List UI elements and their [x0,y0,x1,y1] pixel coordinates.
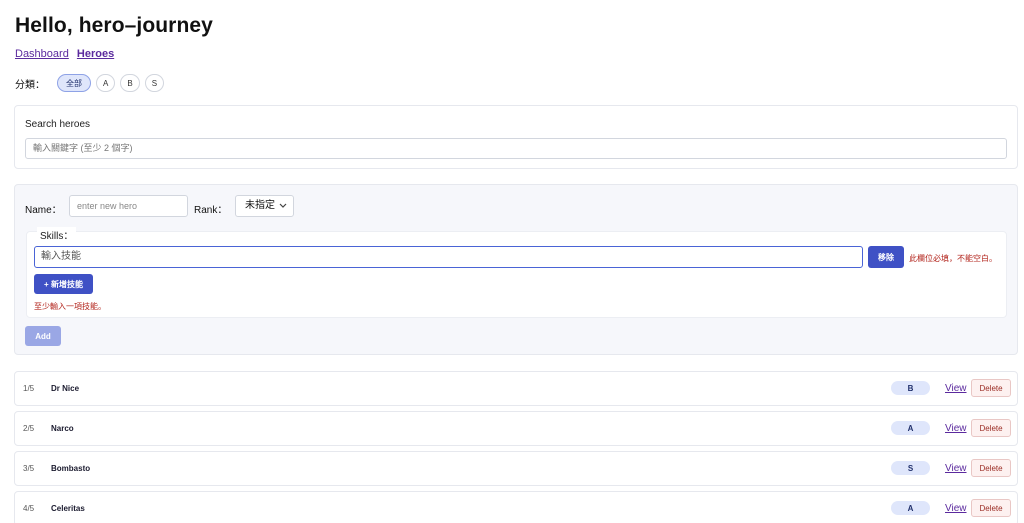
delete-hero-button[interactable]: Delete [971,419,1011,437]
hero-rank-badge: B [891,381,930,395]
nav-heroes-link[interactable]: Heroes [77,48,114,60]
filter-chip-b[interactable]: B [120,74,140,92]
search-title: Search heroes [25,119,91,130]
view-hero-link[interactable]: View [945,383,967,394]
view-hero-link[interactable]: View [945,463,967,474]
add-skill-button[interactable]: + 新增技能 [34,274,93,294]
hero-rank-badge: A [891,421,930,435]
hero-index: 2/5 [23,424,35,433]
view-hero-link[interactable]: View [945,423,967,434]
delete-hero-button[interactable]: Delete [971,499,1011,517]
search-panel: Search heroes 輸入關鍵字 (至少 2 個字) [14,105,1018,169]
page-title: Hello, hero–journey [15,14,213,37]
filter-chip-all[interactable]: 全部 [57,74,91,92]
delete-hero-button[interactable]: Delete [971,379,1011,397]
nav-dashboard-link[interactable]: Dashboard [15,48,69,60]
rank-select[interactable]: 未指定 [235,195,294,217]
filter-chip-s[interactable]: S [144,74,165,92]
hero-row: 2/5 Narco A View Delete [14,411,1018,446]
hero-index: 4/5 [23,504,35,513]
hero-name: Dr Nice [51,384,80,393]
hero-name-input[interactable]: enter new hero [69,195,188,217]
search-input[interactable]: 輸入關鍵字 (至少 2 個字) [25,138,1007,159]
min-skill-error: 至少輸入一項技能。 [34,302,106,311]
remove-skill-button[interactable]: 移除 [868,246,904,268]
hero-name: Bombasto [51,464,91,473]
chevron-down-icon [279,197,287,223]
main-nav: Dashboard Heroes [15,48,119,60]
add-hero-form: Name： enter new hero Rank： 未指定 Skills： 輸… [14,184,1018,355]
rank-label: Rank： [194,205,228,216]
add-hero-button[interactable]: Add [25,326,61,346]
filter-label: 分類： [15,79,45,91]
delete-hero-button[interactable]: Delete [971,459,1011,477]
skill-input[interactable]: 輸入技能 [34,246,863,268]
hero-index: 1/5 [23,384,35,393]
filter-chip-a[interactable]: A [96,74,116,92]
category-filter: 分類： 全部 A B S [15,74,165,92]
view-hero-link[interactable]: View [945,503,967,514]
hero-rank-badge: S [891,461,930,475]
name-label: Name： [25,205,62,216]
hero-name: Celeritas [51,504,85,513]
skills-label: Skills： [37,227,77,242]
hero-row: 3/5 Bombasto S View Delete [14,451,1018,486]
skills-fieldset: Skills： 輸入技能 移除 此欄位必填，不能空白。 + 新增技能 至少輸入一… [26,227,1007,318]
hero-index: 3/5 [23,464,35,473]
hero-row: 1/5 Dr Nice B View Delete [14,371,1018,406]
hero-rank-badge: A [891,501,930,515]
skill-field-error: 此欄位必填，不能空白。 [909,254,997,263]
hero-name: Narco [51,424,74,433]
hero-row: 4/5 Celeritas A View Delete [14,491,1018,523]
rank-select-value: 未指定 [245,200,275,211]
